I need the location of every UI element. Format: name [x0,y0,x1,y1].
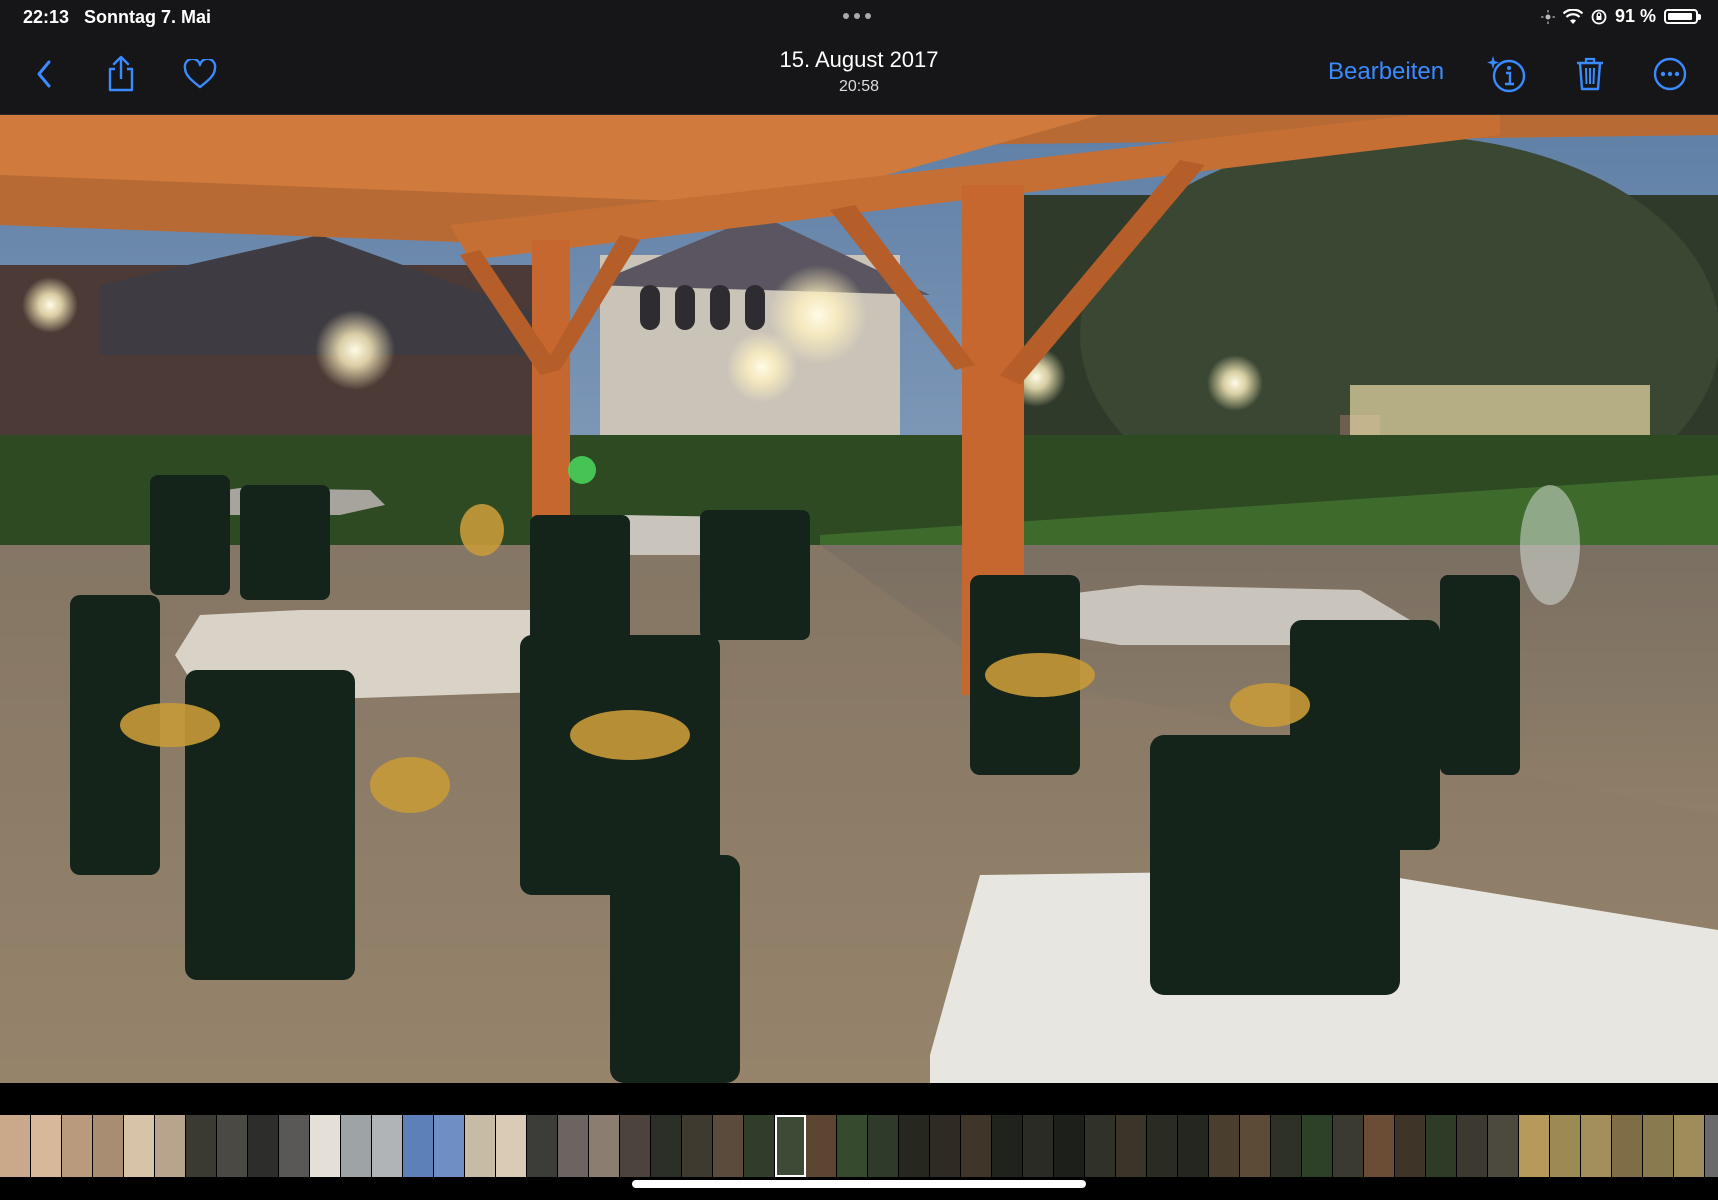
status-date: Sonntag 7. Mai [84,7,212,27]
filmstrip-thumbnail[interactable] [1457,1115,1488,1177]
filmstrip-thumbnail[interactable] [930,1115,961,1177]
filmstrip-thumbnail[interactable] [496,1115,527,1177]
filmstrip-thumbnail[interactable] [992,1115,1023,1177]
filmstrip-thumbnail[interactable] [1085,1115,1116,1177]
filmstrip-thumbnail[interactable] [682,1115,713,1177]
main-photo[interactable] [0,115,1718,1083]
filmstrip-thumbnail[interactable] [527,1115,558,1177]
photo-date: 15. August 2017 [779,47,939,72]
filmstrip-thumbnail[interactable] [620,1115,651,1177]
filmstrip[interactable] [0,1115,1718,1177]
filmstrip-thumbnail[interactable] [1147,1115,1178,1177]
filmstrip-thumbnail[interactable] [1395,1115,1426,1177]
status-indicators: 91 % [1540,6,1701,27]
orientation-lock-icon [1591,9,1607,24]
filmstrip-thumbnail[interactable] [775,1115,806,1177]
home-indicator[interactable] [632,1180,1086,1188]
photo-date-title: 15. August 2017 20:58 [709,47,1009,96]
filmstrip-thumbnail[interactable] [31,1115,62,1177]
filmstrip-thumbnail[interactable] [1302,1115,1333,1177]
filmstrip-thumbnail[interactable] [558,1115,589,1177]
back-chevron-icon [37,60,51,88]
filmstrip-thumbnail[interactable] [1209,1115,1240,1177]
filmstrip-thumbnail[interactable] [1240,1115,1271,1177]
status-time: 22:13 [23,7,70,27]
brightness-icon [1540,9,1555,24]
filmstrip-thumbnail[interactable] [589,1115,620,1177]
back-button[interactable] [22,52,66,96]
filmstrip-thumbnail[interactable] [403,1115,434,1177]
filmstrip-thumbnail[interactable] [465,1115,496,1177]
filmstrip-thumbnail[interactable] [279,1115,310,1177]
filmstrip-thumbnail[interactable] [0,1115,31,1177]
filmstrip-thumbnail[interactable] [1581,1115,1612,1177]
filmstrip-thumbnail[interactable] [744,1115,775,1177]
favorite-heart-icon [183,59,217,89]
favorite-button[interactable] [178,52,222,96]
filmstrip-thumbnail[interactable] [1271,1115,1302,1177]
filmstrip-thumbnail[interactable] [186,1115,217,1177]
filmstrip-thumbnail[interactable] [868,1115,899,1177]
filmstrip-thumbnail[interactable] [217,1115,248,1177]
trash-icon [1577,57,1603,91]
filmstrip-thumbnail[interactable] [341,1115,372,1177]
filmstrip-thumbnail[interactable] [310,1115,341,1177]
delete-button[interactable] [1568,52,1612,96]
filmstrip-thumbnail[interactable] [1643,1115,1674,1177]
filmstrip-thumbnail[interactable] [1519,1115,1550,1177]
filmstrip-thumbnail[interactable] [1054,1115,1085,1177]
more-button[interactable] [1648,52,1692,96]
filmstrip-thumbnail[interactable] [837,1115,868,1177]
filmstrip-thumbnail[interactable] [1364,1115,1395,1177]
photo-time: 20:58 [838,78,880,95]
filmstrip-thumbnail[interactable] [372,1115,403,1177]
filmstrip-thumbnail[interactable] [1333,1115,1364,1177]
filmstrip-thumbnail[interactable] [1116,1115,1147,1177]
status-bar: 22:13 Sonntag 7. Mai 91 % [0,0,1718,34]
filmstrip-thumbnail[interactable] [1426,1115,1457,1177]
filmstrip-thumbnail[interactable] [713,1115,744,1177]
filmstrip-thumbnail[interactable] [1550,1115,1581,1177]
more-icon [1653,57,1687,91]
filmstrip-thumbnail[interactable] [961,1115,992,1177]
battery-icon [1664,9,1701,24]
filmstrip-thumbnail[interactable] [806,1115,837,1177]
photo-toolbar: 15. August 2017 20:58 Bearbeiten [0,34,1718,115]
filmstrip-thumbnail[interactable] [1488,1115,1519,1177]
filmstrip-thumbnail[interactable] [62,1115,93,1177]
filmstrip-thumbnail[interactable] [248,1115,279,1177]
filmstrip-thumbnail[interactable] [1612,1115,1643,1177]
filmstrip-thumbnail[interactable] [1023,1115,1054,1177]
filmstrip-thumbnail[interactable] [124,1115,155,1177]
filmstrip-thumbnail[interactable] [155,1115,186,1177]
filmstrip-thumbnail[interactable] [899,1115,930,1177]
info-sparkle-icon [1487,56,1526,93]
filmstrip-thumbnail[interactable] [434,1115,465,1177]
filmstrip-thumbnail[interactable] [1705,1115,1718,1177]
filmstrip-thumbnail[interactable] [1178,1115,1209,1177]
edit-button[interactable]: Bearbeiten [1328,58,1444,86]
filmstrip-thumbnail[interactable] [651,1115,682,1177]
info-button[interactable] [1484,52,1528,96]
battery-percentage: 91 % [1614,6,1656,26]
filmstrip-thumbnail[interactable] [93,1115,124,1177]
multitasking-dots-icon[interactable] [843,13,871,19]
share-icon [108,55,134,92]
share-button[interactable] [99,52,143,96]
wifi-icon [1562,8,1583,24]
filmstrip-thumbnail[interactable] [1674,1115,1705,1177]
